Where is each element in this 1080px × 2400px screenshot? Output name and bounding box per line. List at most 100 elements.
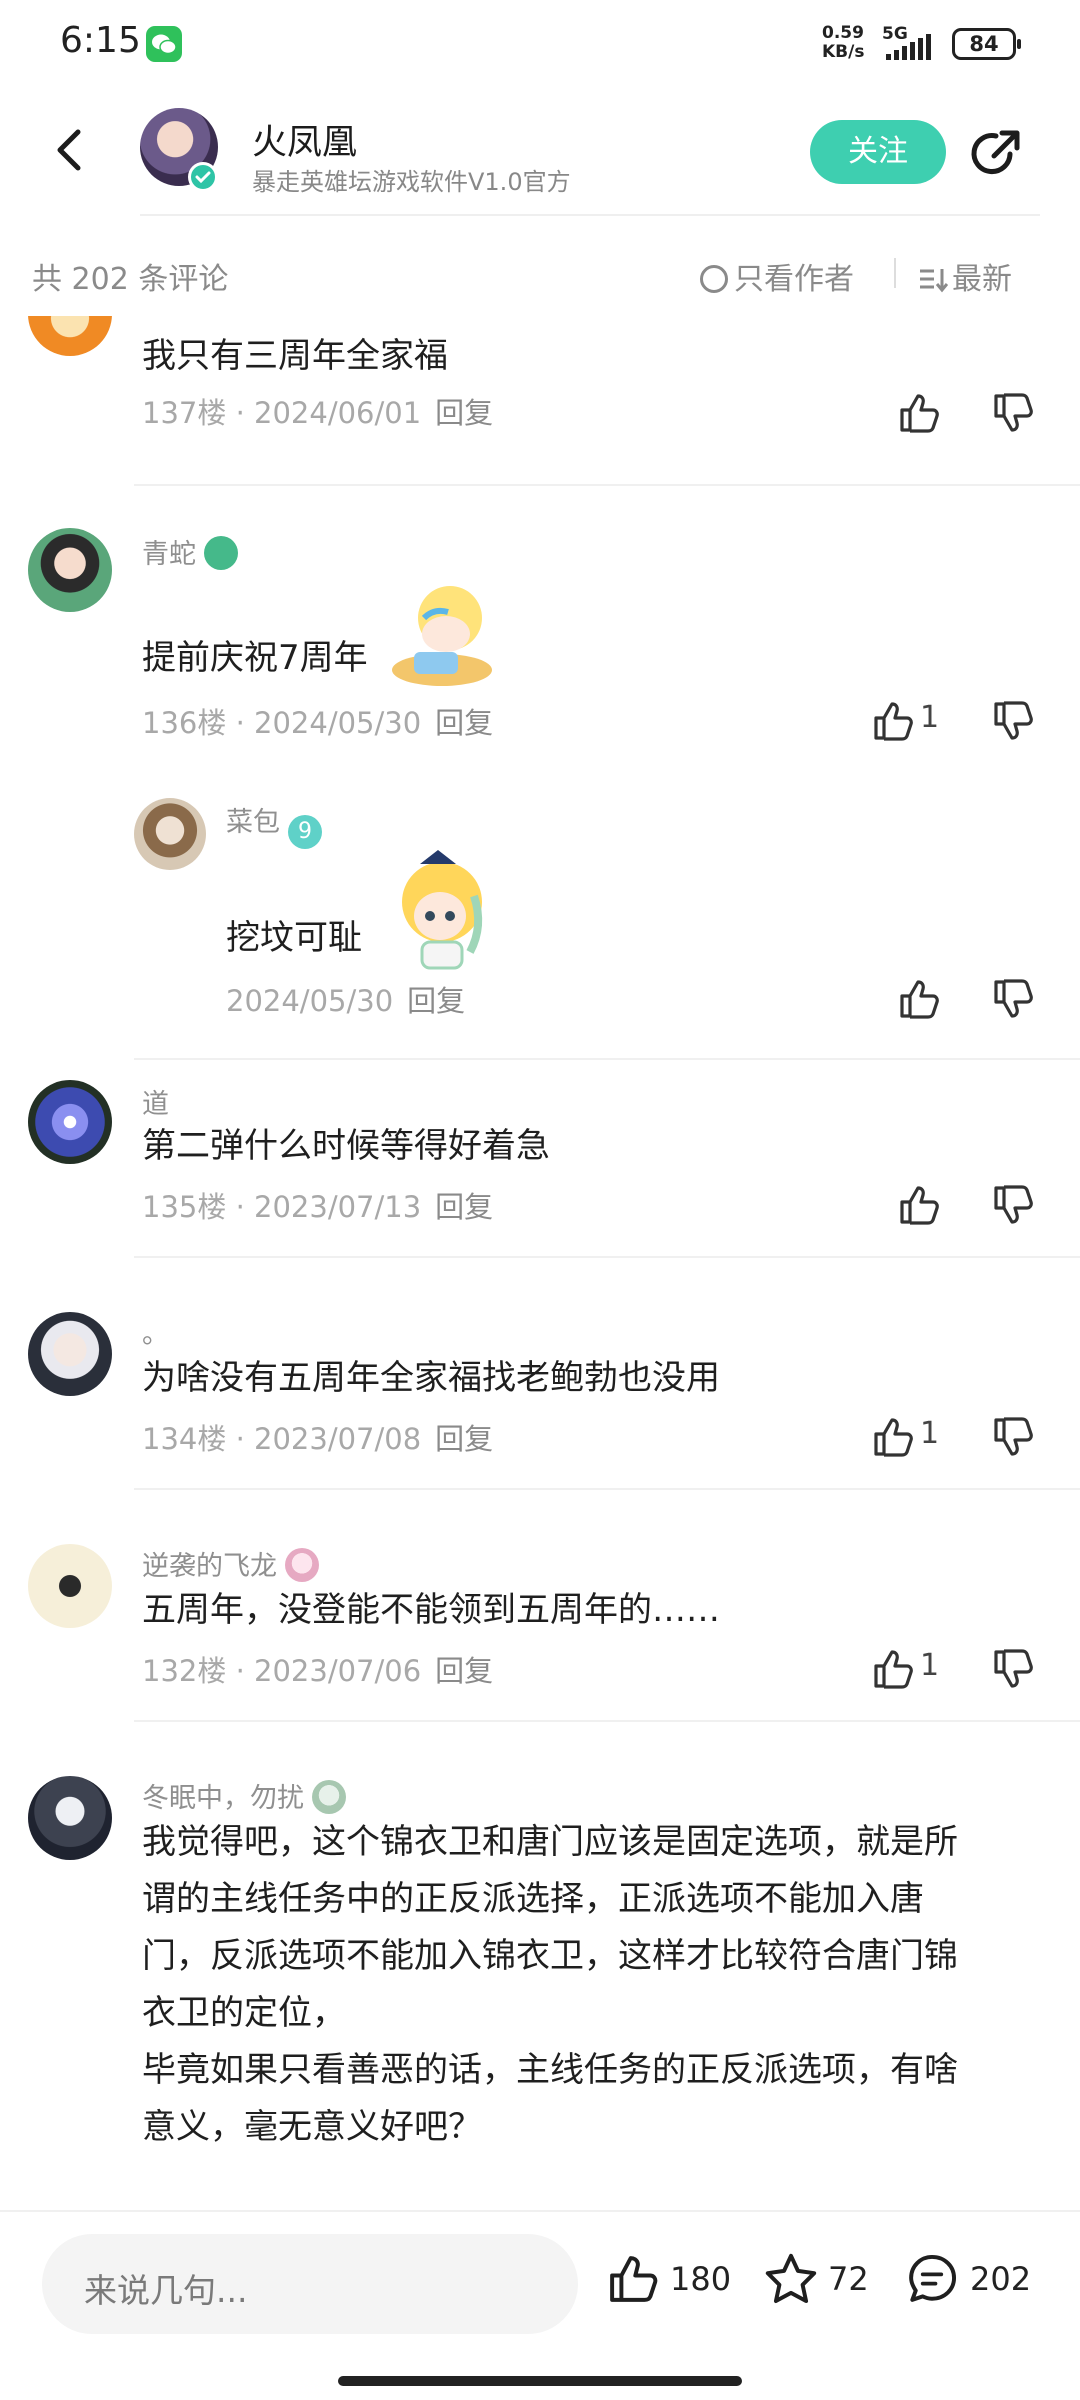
post-like-button[interactable]: 180: [604, 2250, 731, 2310]
status-time: 6:15: [60, 20, 141, 61]
commenter-name-label: 青蛇: [142, 539, 196, 570]
floor-number: 136楼: [142, 706, 227, 740]
thumbs-up-icon[interactable]: [894, 974, 944, 1024]
comment-text-line: 毕竟如果只看善恶的话，主线任务的正反派选项，有啥: [142, 2050, 958, 2090]
comment-total: 共 202 条评论: [32, 262, 229, 297]
commenter-avatar[interactable]: [28, 1080, 112, 1164]
anime-girl-badge-icon: [285, 1548, 319, 1582]
comments-count: 202: [970, 2260, 1032, 2298]
like-count: 1: [920, 700, 940, 735]
comment-bubble-icon: [909, 2254, 957, 2302]
commenter-avatar[interactable]: [28, 1312, 112, 1396]
reply-button[interactable]: 回复: [435, 1422, 493, 1456]
comment-date: 2023/07/13: [254, 1190, 422, 1224]
comment-text: 提前庆祝7周年: [142, 638, 368, 678]
author-subtitle: 暴走英雄坛游戏软件V1.0官方: [252, 168, 571, 196]
comment-text-block: 我觉得吧，这个锦衣卫和唐门应该是固定选项，就是所 谓的主线任务中的正反派选择，正…: [142, 1814, 1042, 2156]
sort-list-icon: [920, 269, 949, 293]
back-arrow-icon[interactable]: [40, 120, 100, 180]
author-only-label: 只看作者: [734, 262, 854, 297]
like-count: 1: [920, 1648, 940, 1683]
commenter-name[interactable]: 。: [142, 1312, 169, 1351]
commenter-name[interactable]: 冬眠中，勿扰: [142, 1776, 346, 1815]
thumbs-down-icon[interactable]: [988, 388, 1038, 438]
level-badge: 9: [288, 815, 322, 849]
thumbs-down-icon[interactable]: [988, 1180, 1038, 1230]
author-only-toggle[interactable]: 只看作者: [700, 254, 854, 298]
verified-check-icon: [188, 162, 218, 192]
commenter-avatar[interactable]: [28, 1776, 112, 1860]
thumbs-up-icon[interactable]: [868, 1644, 918, 1694]
comment-divider: [134, 1720, 1080, 1722]
comment-divider: [134, 1256, 1080, 1258]
battery-icon: 84: [952, 28, 1021, 60]
signal-icon: [886, 34, 931, 60]
comments-button[interactable]: 202: [902, 2250, 1031, 2310]
commenter-name[interactable]: 青蛇: [142, 532, 238, 571]
comment-item: 冬眠中，勿扰 我觉得吧，这个锦衣卫和唐门应该是固定选项，就是所 谓的主线任务中的…: [0, 1756, 1080, 2210]
network-speed-unit: KB/s: [822, 42, 865, 62]
game-controller-badge-icon: [204, 536, 238, 570]
thumbs-down-icon[interactable]: [988, 1644, 1038, 1694]
like-count: 1: [920, 1416, 940, 1451]
sort-divider: [894, 258, 896, 288]
floor-number: 134楼: [142, 1422, 227, 1456]
comment-text-line: 门，反派选项不能加入锦衣卫，这样才比较符合唐门锦: [142, 1936, 958, 1976]
thumbs-up-icon[interactable]: [894, 388, 944, 438]
comment-text: 第二弹什么时候等得好着急: [142, 1126, 550, 1166]
status-bar: 6:15 0.59 KB/s 5G 84: [0, 0, 1080, 90]
replier-avatar[interactable]: [134, 798, 206, 870]
network-speed-value: 0.59: [822, 23, 864, 43]
replier-name[interactable]: 菜包 9: [226, 800, 322, 849]
thumbs-up-icon[interactable]: [868, 696, 918, 746]
commenter-name-label: 冬眠中，勿扰: [142, 1783, 304, 1814]
reply-button[interactable]: 回复: [435, 1654, 493, 1688]
thumbs-up-icon[interactable]: [868, 1412, 918, 1462]
post-like-count: 180: [670, 2260, 732, 2298]
comment-input-placeholder: 来说几句...: [84, 2271, 248, 2310]
comment-item: 青蛇 提前庆祝7周年 136楼 · 2024/05/30 回复 1 菜包 9 挖…: [0, 502, 1080, 1060]
commenter-avatar[interactable]: [28, 528, 112, 612]
reply-text: 挖坟可耻: [226, 918, 362, 958]
thumbs-down-icon[interactable]: [988, 974, 1038, 1024]
thumbs-up-icon[interactable]: [894, 1180, 944, 1230]
commenter-name[interactable]: 道: [142, 1082, 169, 1121]
star-icon: [765, 2253, 817, 2304]
network-speed: 0.59 KB/s: [822, 24, 864, 62]
reply-button[interactable]: 回复: [435, 706, 493, 740]
wechat-notification-icon: [146, 26, 182, 62]
comment-item: 我只有三周年全家福 137楼 · 2024/06/01 回复: [0, 316, 1080, 502]
comment-date: 2024/05/30: [254, 706, 422, 740]
reply-meta: 2024/05/30 回复: [226, 978, 465, 1020]
comment-item: 。 为啥没有五周年全家福找老鲍勃也没用 134楼 · 2023/07/08 回复 …: [0, 1292, 1080, 1524]
follow-button[interactable]: 关注: [810, 120, 946, 184]
comment-text-line: 谓的主线任务中的正反派选择，正派选项不能加入唐: [142, 1879, 924, 1919]
comment-divider: [134, 484, 1080, 486]
comment-input[interactable]: 来说几句...: [42, 2234, 578, 2334]
floor-number: 132楼: [142, 1654, 227, 1688]
comment-item: 道 第二弹什么时候等得好着急 135楼 · 2023/07/13 回复: [0, 1060, 1080, 1292]
sort-newest-button[interactable]: 最新: [918, 254, 1012, 298]
comment-item: 逆袭的飞龙 五周年，没登能不能领到五周年的…… 132楼 · 2023/07/0…: [0, 1524, 1080, 1756]
post-header: 火凤凰 暴走英雄坛游戏软件V1.0官方 关注: [0, 90, 1080, 216]
comment-text-line: 意义，毫无意义好吧？: [142, 2107, 482, 2147]
commenter-name-label: 逆袭的飞龙: [142, 1551, 277, 1582]
comment-feed[interactable]: 我只有三周年全家福 137楼 · 2024/06/01 回复 青蛇 提前庆祝7周年…: [0, 316, 1080, 2210]
comment-date: 2023/07/08: [254, 1422, 422, 1456]
comment-text: 我只有三周年全家福: [142, 336, 448, 376]
reply-button[interactable]: 回复: [435, 1190, 493, 1224]
share-icon[interactable]: [966, 124, 1026, 184]
thumbs-up-icon: [610, 2256, 658, 2302]
reply-button[interactable]: 回复: [435, 396, 493, 430]
comment-meta: 132楼 · 2023/07/06 回复: [142, 1654, 494, 1688]
reply-button[interactable]: 回复: [407, 984, 465, 1018]
home-indicator[interactable]: [338, 2376, 742, 2386]
comment-meta: 137楼 · 2024/06/01 回复: [142, 396, 494, 430]
commenter-avatar[interactable]: [28, 1544, 112, 1628]
thumbs-down-icon[interactable]: [988, 696, 1038, 746]
author-name[interactable]: 火凤凰: [252, 114, 357, 165]
thumbs-down-icon[interactable]: [988, 1412, 1038, 1462]
commenter-avatar[interactable]: [28, 316, 112, 356]
favorite-button[interactable]: 72: [762, 2250, 869, 2310]
commenter-name[interactable]: 逆袭的飞龙: [142, 1544, 319, 1583]
